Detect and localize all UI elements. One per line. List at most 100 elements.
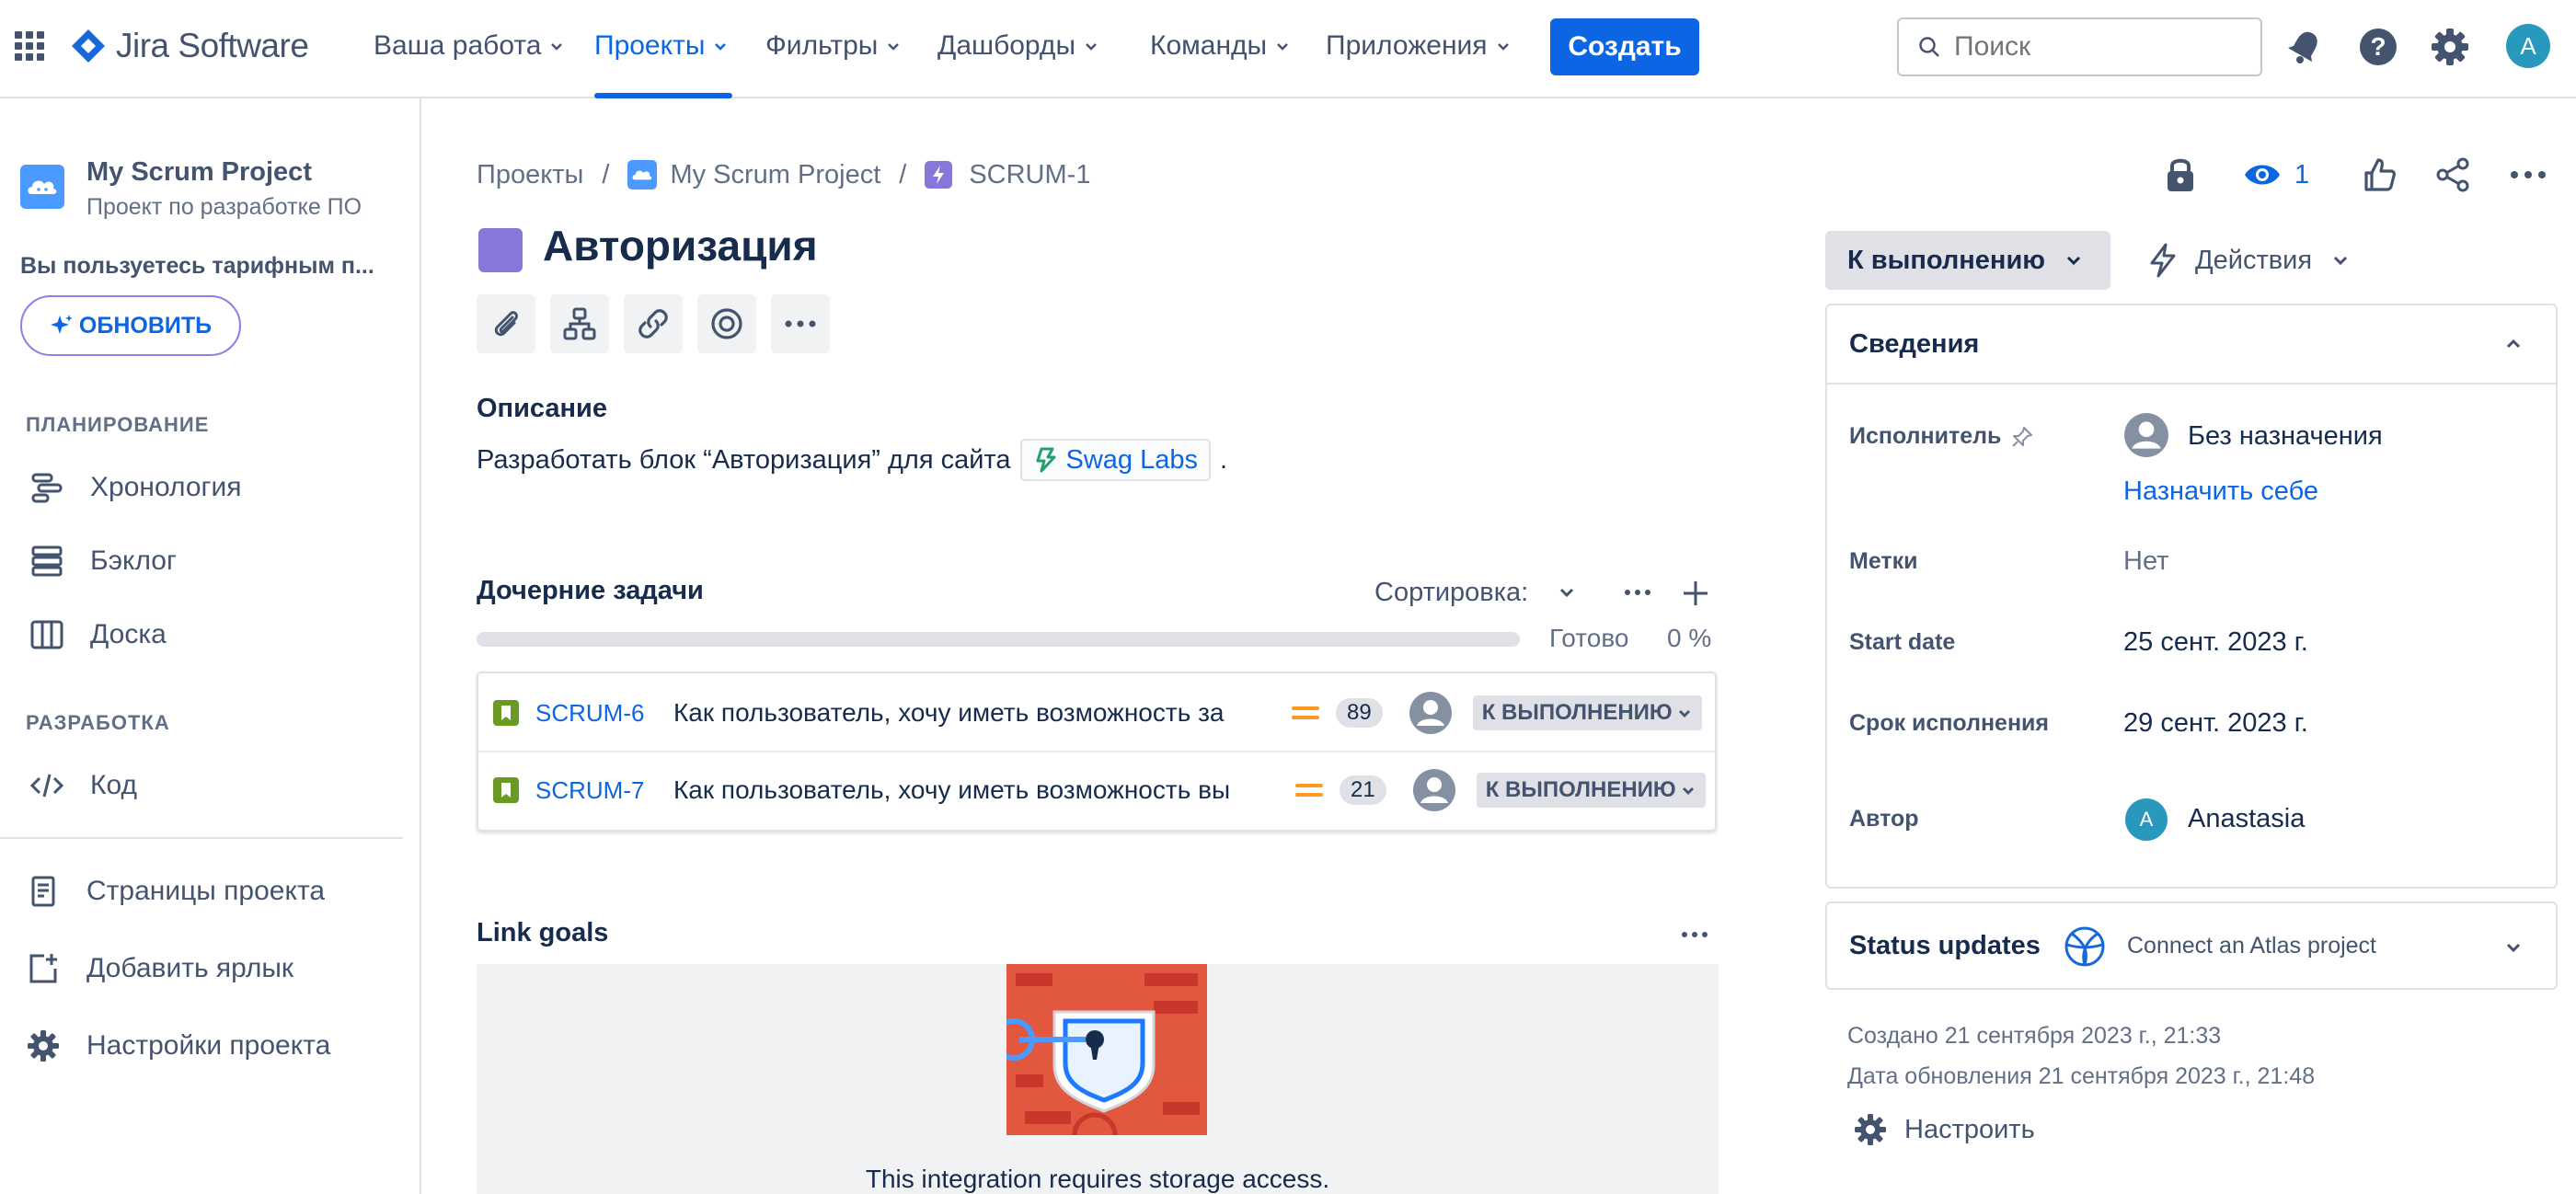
child-issue-key[interactable]: SCRUM-6 [535, 699, 673, 728]
description-body[interactable]: Разработать блок “Авторизация” для сайта… [477, 438, 1227, 482]
like-icon[interactable] [2361, 156, 2398, 193]
priority-medium-icon [1292, 706, 1319, 719]
user-avatar-initial: A [2520, 31, 2536, 60]
watchers-button[interactable]: 1 [2243, 156, 2309, 193]
progress-percent: 0 % [1667, 624, 1712, 652]
sidebar-item-label: Доска [90, 619, 167, 649]
notifications-icon[interactable] [2283, 26, 2326, 68]
actions-button[interactable]: Действия [2147, 231, 2351, 290]
add-child-button[interactable] [550, 294, 609, 353]
child-issue-row[interactable]: SCRUM-6 Как пользователь, хочу иметь воз… [477, 675, 1717, 751]
sidebar-item-label: Бэклог [90, 545, 177, 576]
link-goals-more-icon[interactable] [1680, 925, 1709, 944]
nav-dashboards[interactable]: Дашборды [937, 26, 1099, 66]
smart-link-swag-labs[interactable]: Swag Labs [1019, 439, 1212, 481]
atlas-connect-label: Connect an Atlas project [2127, 933, 2376, 959]
child-issue-summary[interactable]: Как пользователь, хочу иметь возможность… [673, 775, 1262, 805]
assignee-value[interactable]: Без назначения [2188, 421, 2383, 452]
sidebar-item-code[interactable]: Код [26, 758, 137, 813]
breadcrumb: Проекты / My Scrum Project / SCRUM-1 [477, 155, 1090, 195]
status-button[interactable]: К выполнению [1825, 231, 2110, 290]
sort-label: Сортировка: [1374, 577, 1529, 607]
pin-icon[interactable] [2010, 425, 2034, 449]
jira-logo[interactable]: Jira Software [70, 22, 309, 70]
assignee-avatar-icon[interactable] [1412, 768, 1456, 812]
start-date-value[interactable]: 25 сент. 2023 г. [2123, 627, 2308, 658]
issue-type-epic-icon[interactable] [478, 228, 523, 272]
help-icon[interactable]: ? [2357, 26, 2399, 68]
details-panel: Сведения Исполнитель Без назначения Назн… [1825, 304, 2558, 889]
nav-filters[interactable]: Фильтры [765, 26, 902, 66]
sidebar-item-label: Страницы проекта [86, 876, 326, 906]
target-icon [711, 308, 742, 339]
configure-button[interactable]: Настроить [1853, 1109, 2035, 1150]
sidebar-item-add-shortcut[interactable]: Добавить ярлык [22, 941, 293, 996]
sidebar-project-name[interactable]: My Scrum Project [86, 157, 312, 188]
link-issue-button[interactable] [624, 294, 683, 353]
details-header[interactable]: Сведения [1827, 305, 2556, 385]
share-icon[interactable] [2434, 156, 2471, 193]
user-avatar[interactable]: A [2506, 24, 2550, 68]
reporter-label: Автор [1849, 806, 1919, 832]
nav-apps[interactable]: Приложения [1326, 26, 1512, 66]
breadcrumb-issue-key[interactable]: SCRUM-1 [969, 160, 1090, 190]
due-date-value[interactable]: 29 сент. 2023 г. [2123, 708, 2308, 739]
attach-button[interactable] [477, 294, 535, 353]
assignee-avatar-icon[interactable] [1409, 691, 1453, 735]
child-progress-bar [477, 632, 1520, 647]
paperclip-icon [494, 311, 518, 337]
sidebar-item-project-pages[interactable]: Страницы проекта [22, 864, 325, 919]
labels-label: Метки [1849, 548, 1918, 574]
sidebar-item-project-settings[interactable]: Настройки проекта [22, 1018, 330, 1073]
upgrade-button[interactable]: ОБНОВИТЬ [20, 295, 241, 356]
reporter-value[interactable]: Anastasia [2188, 804, 2305, 834]
breadcrumb-project[interactable]: My Scrum Project [670, 160, 880, 190]
app-switcher-icon[interactable] [13, 29, 46, 63]
sort-dropdown[interactable]: Сортировка: [1374, 572, 1578, 613]
assign-to-me-link[interactable]: Назначить себе [2123, 476, 2318, 507]
story-icon [493, 700, 519, 726]
child-issue-summary[interactable]: Как пользователь, хочу иметь возможность… [673, 698, 1259, 728]
lock-icon[interactable] [2162, 155, 2199, 195]
assignee-label: Исполнитель [1849, 423, 2034, 450]
goal-button[interactable] [697, 294, 756, 353]
labels-value[interactable]: Нет [2123, 546, 2168, 577]
swag-labs-logo-icon [1036, 447, 1056, 473]
sidebar-item-timeline[interactable]: Хронология [26, 460, 241, 515]
more-actions-icon[interactable] [2509, 164, 2547, 186]
breadcrumb-projects[interactable]: Проекты [477, 160, 583, 190]
description-heading: Описание [477, 394, 607, 423]
planning-heading: ПЛАНИРОВАНИЕ [26, 413, 210, 436]
more-toolbar-button[interactable] [771, 294, 830, 353]
svg-text:?: ? [2370, 32, 2386, 61]
search-input[interactable] [1954, 31, 2230, 63]
nav-projects[interactable]: Проекты [594, 26, 729, 66]
project-avatar-icon [627, 160, 658, 189]
search-box[interactable] [1897, 17, 2262, 76]
sidebar-item-label: Настройки проекта [86, 1030, 331, 1061]
issue-title[interactable]: Авторизация [543, 221, 818, 270]
child-issue-key[interactable]: SCRUM-7 [535, 776, 673, 805]
status-dropdown[interactable]: К ВЫПОЛНЕНИЮ [1476, 773, 1706, 808]
child-issue-row[interactable]: SCRUM-7 Как пользователь, хочу иметь воз… [477, 752, 1717, 828]
status-dropdown[interactable]: К ВЫПОЛНЕНИЮ [1472, 695, 1702, 730]
sidebar-item-backlog[interactable]: Бэклог [26, 534, 177, 589]
add-child-icon[interactable] [1680, 578, 1711, 609]
status-updates-section[interactable]: Status updates Connect an Atlas project [1825, 901, 2558, 990]
page-icon [31, 876, 55, 907]
status-button-label: К выполнению [1847, 245, 2046, 275]
nav-teams[interactable]: Команды [1150, 26, 1291, 66]
product-name: Jira Software [116, 27, 309, 64]
storage-access-panel: This integration requires storage access… [477, 964, 1719, 1194]
sidebar-item-label: Код [90, 770, 138, 800]
link-goals-heading: Link goals [477, 918, 609, 947]
settings-gear-icon[interactable] [2429, 26, 2471, 68]
sidebar-item-board[interactable]: Доска [26, 607, 167, 662]
child-more-icon[interactable] [1623, 583, 1652, 602]
create-button[interactable]: Создать [1550, 18, 1699, 75]
plan-notice: Вы пользуетесь тарифным п... [20, 253, 374, 279]
nav-your-work[interactable]: Ваша работа [374, 26, 565, 66]
project-avatar-icon[interactable] [20, 165, 64, 209]
board-icon [30, 620, 63, 649]
chevron-up-icon [2506, 339, 2521, 349]
